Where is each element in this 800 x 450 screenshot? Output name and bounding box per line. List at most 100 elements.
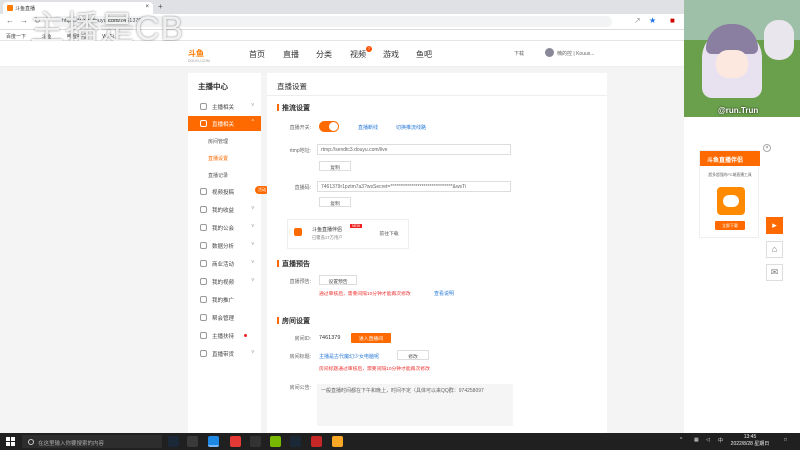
sidebar-item-clan[interactable]: 帮会管理	[188, 310, 261, 325]
extension-icon[interactable]: ■	[670, 16, 675, 25]
sidebar-item-support[interactable]: 主播扶持	[188, 328, 261, 343]
sidebar-item-live[interactable]: 直播相关 ^	[188, 116, 261, 131]
sidebar-sub-live-settings[interactable]: 直播设置	[188, 150, 261, 165]
nav-category[interactable]: 分类	[316, 49, 332, 60]
netease-music-icon[interactable]	[230, 436, 241, 447]
ad-subtitle: 超多超强的PC端直播工具	[708, 173, 752, 177]
new-badge: NEW	[350, 224, 363, 228]
site-header: 斗鱼 DOUYU.COM 首页 直播 分类 视频 7 游戏 鱼吧 下载 楠的控 |…	[0, 41, 684, 67]
bookmark-item[interactable]: 百度一下	[6, 34, 26, 40]
sidebar-item-analytics[interactable]: 数据分析 v	[188, 238, 261, 253]
steam-icon[interactable]	[168, 436, 179, 447]
room-notice-textarea[interactable]: 一般直播时间都在下午和晚上，时间不定（具体可以来QQ群：974258097	[317, 384, 513, 426]
sidebar-sub-room-manage[interactable]: 房间管理	[188, 133, 261, 148]
webcam-avatar-secondary	[764, 20, 794, 60]
app-yellow-icon[interactable]	[332, 436, 343, 447]
stream-toggle[interactable]	[319, 121, 339, 132]
tray-chevron-icon[interactable]: ^	[680, 437, 682, 443]
nav-live[interactable]: 直播	[283, 49, 299, 60]
stream-switch-label: 直播开关:	[289, 125, 311, 131]
notification-icon[interactable]: □	[784, 437, 787, 443]
switch-line-link[interactable]: 切换推流线路	[396, 124, 426, 131]
volume-icon[interactable]: ◁	[706, 437, 710, 443]
stream-code-input[interactable]: 7461379r1pztm7a3?wsSecret=**************…	[317, 181, 511, 192]
douyu-favicon-icon	[7, 5, 13, 11]
sidebar-title: 主播中心	[198, 82, 228, 91]
companion-ad: 斗鱼直播伴侣 超多超强的PC端直播工具 立即下载	[699, 150, 760, 238]
cart-icon	[200, 350, 207, 357]
support-icon	[200, 332, 207, 339]
nav-video[interactable]: 视频 7	[350, 46, 372, 60]
ad-title: 斗鱼直播伴侣	[700, 151, 760, 166]
modify-title-button[interactable]: 修改	[397, 350, 429, 360]
home-float-icon[interactable]: ⌂	[766, 241, 783, 258]
network-icon[interactable]: ▦	[694, 437, 699, 443]
room-title-label: 房间标题:	[289, 354, 311, 360]
webcam-overlay: @run.Trun	[684, 0, 800, 117]
room-id-label: 房间ID:	[294, 336, 311, 342]
app-red-icon[interactable]	[311, 436, 322, 447]
sidebar-sub-live-record[interactable]: 直播记录	[188, 167, 261, 182]
steam-app-icon[interactable]	[290, 436, 301, 447]
view-instructions-link[interactable]: 查看说明	[434, 290, 454, 297]
film-icon	[200, 278, 207, 285]
chevron-down-icon: v	[251, 241, 255, 247]
obs-icon[interactable]	[250, 436, 261, 447]
nvidia-icon[interactable]	[270, 436, 281, 447]
download-link[interactable]: 下载	[514, 50, 524, 57]
share-icon[interactable]: ↗	[634, 16, 641, 25]
copy-code-button[interactable]: 复制	[319, 197, 351, 207]
nav-home[interactable]: 首页	[249, 49, 265, 60]
forward-icon[interactable]: →	[20, 16, 28, 25]
edge-icon[interactable]	[208, 436, 219, 447]
chevron-down-icon: v	[251, 223, 255, 229]
room-id-value: 7461379	[319, 335, 341, 341]
set-preview-button[interactable]: 设置预告	[319, 275, 357, 285]
sidebar: 主播中心 主播相关 v 直播相关 ^ 房间管理 直播设置 直播记录 视频投稿 活动 我…	[188, 73, 269, 435]
promo-title: 斗鱼直播伴侣	[312, 227, 343, 233]
avatar[interactable]	[545, 48, 554, 57]
douyu-app-icon	[717, 187, 745, 215]
back-icon[interactable]: ←	[6, 16, 14, 25]
username[interactable]: 楠的控 | Kouus...	[557, 50, 594, 57]
sidebar-item-video-upload[interactable]: 视频投稿 活动	[188, 184, 269, 199]
windows-start-icon[interactable]	[6, 437, 15, 446]
copy-rtmp-button[interactable]: 复制	[319, 161, 351, 171]
room-title-value: 主播是古代魔幻少女电脑呢	[319, 354, 380, 360]
feedback-float-icon[interactable]: ✉	[766, 264, 783, 281]
nav-fishbar[interactable]: 鱼吧	[416, 49, 432, 60]
play-float-icon[interactable]: ▸	[766, 217, 783, 234]
sidebar-item-income[interactable]: 我的收益 v	[188, 202, 261, 217]
webcam-avatar-face	[716, 50, 748, 78]
chevron-down-icon: v	[251, 349, 255, 355]
sidebar-item-business[interactable]: 商业活动 v	[188, 256, 261, 271]
clan-icon	[200, 314, 207, 321]
chevron-down-icon: v	[251, 205, 255, 211]
nav-game[interactable]: 游戏	[383, 49, 399, 60]
guild-icon	[200, 224, 207, 231]
download-companion-button[interactable]: 前往下载	[372, 228, 406, 238]
promote-icon	[200, 296, 207, 303]
video-icon	[200, 188, 207, 195]
live-disconnect-link[interactable]: 直播断线	[358, 124, 378, 131]
taskbar-clock[interactable]: 13:45 2022/8/28 星期日	[730, 434, 770, 448]
taskbar-search[interactable]: 在这里输入你要搜索的内容	[22, 435, 162, 448]
close-ad-icon[interactable]: ×	[763, 144, 771, 152]
star-icon[interactable]: ★	[649, 16, 656, 25]
preview-label: 直播预告:	[289, 279, 311, 285]
task-view-icon[interactable]	[187, 436, 198, 447]
sidebar-item-promotion[interactable]: 我的推广	[188, 292, 261, 307]
sidebar-item-anchor[interactable]: 主播相关 v	[188, 99, 261, 114]
rtmp-address-input[interactable]: rtmp://sendtc3.douyu.com/live	[317, 144, 511, 155]
sidebar-item-my-videos[interactable]: 我的视频 v	[188, 274, 261, 289]
sidebar-item-guild[interactable]: 我的公会 v	[188, 220, 261, 235]
companion-promo: 斗鱼直播伴侣 NEW 已覆盖17万用户 前往下载	[287, 219, 409, 249]
douyu-logo[interactable]: 斗鱼 DOUYU.COM	[188, 48, 228, 63]
enter-room-button[interactable]: 进入直播间	[351, 333, 391, 343]
ad-download-button[interactable]: 立即下载	[715, 221, 745, 230]
notice-label: 房间公告:	[289, 385, 311, 391]
ime-icon[interactable]: 中	[718, 437, 723, 444]
sidebar-item-ecommerce[interactable]: 直播带货 v	[188, 346, 261, 361]
business-icon	[200, 260, 207, 267]
chevron-up-icon: ^	[251, 119, 254, 125]
